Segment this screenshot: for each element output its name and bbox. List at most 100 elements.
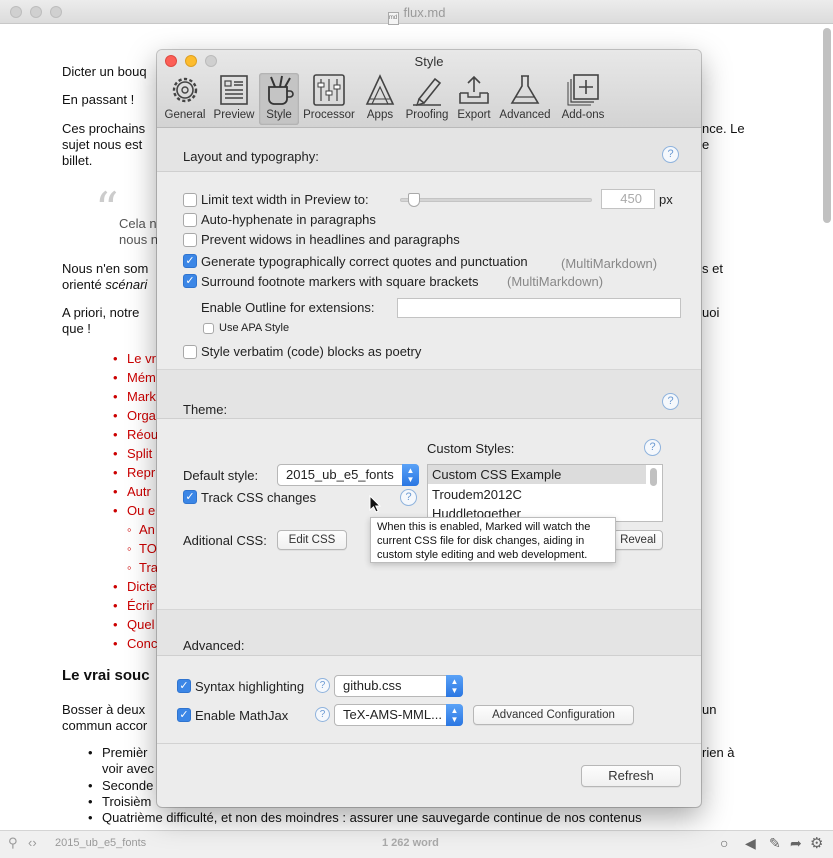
toc-link[interactable]: Mém (113, 370, 156, 386)
prevent-widows-label: Prevent widows in headlines and paragrap… (201, 232, 460, 247)
tab-style[interactable]: Style (259, 73, 299, 125)
advanced-configuration-button[interactable]: Advanced Configuration (473, 705, 634, 725)
default-style-select[interactable]: 2015_ub_e5_fonts ▲ ▼ (277, 464, 419, 486)
width-slider-thumb[interactable] (408, 193, 420, 207)
auto-hyphenate-checkbox[interactable] (183, 213, 197, 227)
tab-general[interactable]: General (162, 73, 208, 125)
help-icon[interactable]: ? (315, 707, 330, 722)
help-icon[interactable]: ? (315, 678, 330, 693)
auto-hyphenate-label: Auto-hyphenate in paragraphs (201, 212, 376, 227)
proofing-icon (413, 77, 442, 107)
reveal-button[interactable]: Reveal (613, 530, 663, 550)
toc-link[interactable]: Écrir (113, 598, 154, 614)
toc-link[interactable]: Orga (113, 408, 156, 424)
tab-addons[interactable]: Add-ons (557, 73, 609, 125)
toc-link[interactable]: Le vr (113, 351, 156, 367)
bullet-item: Seconde (88, 778, 153, 794)
help-icon[interactable]: ? (662, 393, 679, 410)
window-title-wrap: md flux.md (0, 5, 833, 25)
chevron-updown-icon: ▲ ▼ (446, 675, 463, 697)
custom-style-item[interactable]: Custom CSS Example (432, 467, 561, 482)
toc-link[interactable]: Autr (113, 484, 151, 500)
list-scrollbar-thumb[interactable] (650, 468, 657, 486)
advanced-section-header: Advanced: (157, 609, 701, 656)
verbatim-poetry-checkbox[interactable] (183, 345, 197, 359)
tab-export[interactable]: Export (454, 73, 494, 125)
circle-icon[interactable]: ○ (720, 835, 728, 851)
toc-link[interactable]: Ou e (113, 503, 155, 519)
share-icon[interactable]: ➦ (790, 835, 802, 852)
outline-extensions-input[interactable] (397, 298, 681, 318)
pen-icon[interactable]: ✎ (769, 835, 781, 852)
toc-link[interactable]: Repr (113, 465, 155, 481)
toc-link[interactable]: Split (113, 446, 152, 462)
bullet-item: Premièr (88, 745, 147, 761)
footnote-brackets-label: Surround footnote markers with square br… (201, 274, 479, 289)
tab-label: General (164, 109, 206, 121)
width-slider-track[interactable] (400, 198, 592, 202)
multimarkdown-tag: (MultiMarkdown) (561, 256, 658, 271)
toc-sublink[interactable]: An (127, 522, 155, 538)
help-icon[interactable]: ? (662, 146, 679, 163)
syntax-theme-select[interactable]: github.css ▲ ▼ (334, 675, 463, 697)
verbatim-poetry-label: Style verbatim (code) blocks as poetry (201, 344, 422, 359)
toc-sublink[interactable]: Tra (127, 560, 158, 576)
tab-label: Proofing (405, 109, 449, 121)
dialog-toolbar: Style General Preview Style Processor Ap… (157, 50, 701, 128)
tab-preview[interactable]: Preview (211, 73, 257, 125)
style-icon (268, 75, 294, 105)
window-title: flux.md (403, 5, 446, 20)
outline-extensions-label: Enable Outline for extensions: (201, 300, 375, 315)
tab-proofing[interactable]: Proofing (402, 73, 452, 125)
toc-link[interactable]: Quel (113, 617, 155, 633)
word-count[interactable]: 1 262 word (382, 837, 439, 849)
custom-style-item[interactable]: Troudem2012C (432, 487, 522, 502)
toc-link[interactable]: Mark (113, 389, 156, 405)
help-icon[interactable]: ? (644, 439, 661, 456)
toc-link[interactable]: Dicte (113, 579, 156, 595)
mouse-cursor-icon (369, 495, 381, 513)
doc-paragraph-fragment: uoi (702, 305, 720, 320)
custom-styles-list[interactable]: Custom CSS Example Troudem2012C Huddleto… (427, 464, 663, 522)
prevent-widows-checkbox[interactable] (183, 233, 197, 247)
status-style-name[interactable]: 2015_ub_e5_fonts (55, 837, 146, 849)
code-view-icon[interactable]: ‹› (28, 835, 37, 850)
default-style-label: Default style: (183, 468, 259, 483)
advanced-section-title: Advanced: (183, 638, 245, 653)
doc-italic-text: scénari (105, 277, 148, 292)
track-css-label: Track CSS changes (201, 490, 317, 505)
mathjax-config-select[interactable]: TeX-AMS-MML... ▲ ▼ (334, 704, 463, 726)
tab-processor[interactable]: Processor (301, 73, 357, 125)
typographic-quotes-label: Generate typographically correct quotes … (201, 254, 528, 269)
toc-link[interactable]: Conc (113, 636, 158, 652)
doc-paragraph-fragment: e (702, 137, 710, 152)
additional-css-label: Aditional CSS: (183, 533, 267, 548)
scrollbar-thumb[interactable] (823, 28, 831, 223)
mathjax-checkbox[interactable]: ✓ (177, 708, 191, 722)
limit-width-checkbox[interactable] (183, 193, 197, 207)
speaker-icon[interactable]: ◀ (745, 835, 756, 852)
refresh-button[interactable]: Refresh (581, 765, 681, 787)
toc-sublink[interactable]: TO (127, 541, 157, 557)
track-css-checkbox[interactable]: ✓ (183, 490, 197, 504)
gear-icon[interactable]: ⚙ (810, 834, 823, 852)
chevron-updown-icon: ▲ ▼ (402, 464, 419, 486)
tab-advanced[interactable]: Advanced (497, 73, 553, 125)
help-icon[interactable]: ? (400, 489, 417, 506)
toc-link[interactable]: Réou (113, 427, 158, 443)
tab-apps[interactable]: Apps (360, 73, 400, 125)
apa-style-label: Use APA Style (219, 322, 290, 334)
layout-section-title: Layout and typography: (183, 149, 319, 164)
pin-icon[interactable]: ⚲ (8, 835, 18, 851)
apa-style-checkbox[interactable] (203, 323, 214, 334)
theme-section-header: Theme: ? (157, 369, 701, 419)
mathjax-config-value: TeX-AMS-MML... (343, 707, 442, 722)
edit-css-button[interactable]: Edit CSS (277, 530, 347, 550)
footnote-brackets-checkbox[interactable]: ✓ (183, 274, 197, 288)
main-titlebar: md flux.md (0, 0, 833, 25)
syntax-highlighting-checkbox[interactable]: ✓ (177, 679, 191, 693)
tab-label: Add-ons (561, 109, 605, 121)
custom-styles-label: Custom Styles: (427, 441, 515, 456)
typographic-quotes-checkbox[interactable]: ✓ (183, 254, 197, 268)
width-input[interactable]: 450 (601, 189, 655, 209)
